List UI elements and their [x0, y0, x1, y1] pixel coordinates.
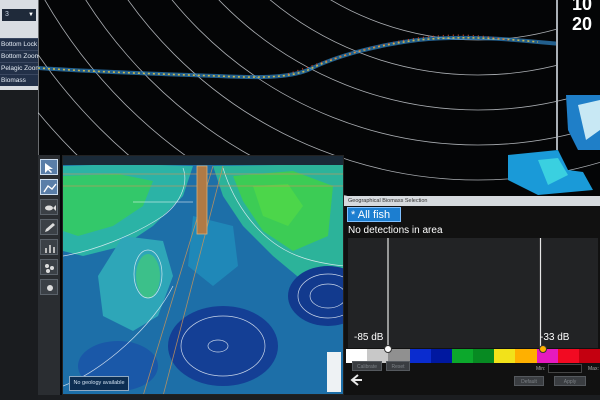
- min-label: Min:: [536, 366, 546, 372]
- reset-button[interactable]: Reset: [386, 361, 410, 371]
- depth-readout-top: 10: [571, 0, 592, 14]
- chevron-down-icon: ▼: [28, 12, 34, 18]
- map-corner-panel: [327, 352, 341, 392]
- menu-item-bottom-zoom[interactable]: Bottom Zoom: [0, 50, 38, 62]
- biomass-map[interactable]: No geology available: [62, 155, 344, 395]
- marker-tool-button[interactable]: [40, 279, 58, 295]
- view-mode-menu: 3 ▼ Bottom Lock Bottom Zoom Pelagic Zoom…: [0, 0, 39, 90]
- track-tool-button[interactable]: [40, 179, 58, 195]
- menu-item-pelagic-zoom[interactable]: Pelagic Zoom: [0, 62, 38, 74]
- color-scale-swatch: [473, 349, 495, 363]
- depth-readout: 10 20: [572, 0, 592, 34]
- color-scale-swatch: [494, 349, 517, 363]
- chart-tool-button[interactable]: [40, 239, 58, 255]
- color-scale-swatch: [451, 349, 474, 363]
- color-scale-swatch: [557, 349, 580, 363]
- no-detections-label: No detections in area: [348, 225, 443, 236]
- biomass-heatmap: [63, 156, 343, 394]
- cursor-icon: [45, 163, 53, 173]
- bar-chart-icon: [45, 245, 55, 253]
- min-db-label: -85 dB: [354, 332, 384, 343]
- pen-icon: [45, 223, 55, 232]
- species-selector-button[interactable]: * All fish: [347, 207, 401, 222]
- fish-icon: [45, 205, 56, 211]
- edit-tool-button[interactable]: [40, 219, 58, 235]
- menu-item-bottom-lock[interactable]: Bottom Lock: [0, 38, 38, 50]
- map-status-label: No geology available: [69, 376, 129, 391]
- depth-readout-bottom: 20: [571, 14, 592, 34]
- marker-icon: [47, 285, 53, 291]
- panel-title: Geographical Biomass Selection: [344, 196, 600, 206]
- calibrate-button[interactable]: Calibrate: [352, 361, 382, 371]
- color-scale-swatch: [409, 349, 432, 363]
- school-tool-button[interactable]: [40, 259, 58, 275]
- biomass-selection-panel: Geographical Biomass Selection * All fis…: [344, 196, 600, 400]
- color-scale-swatch: [578, 349, 600, 363]
- school-icon: [45, 264, 54, 273]
- min-input[interactable]: [548, 364, 582, 373]
- max-label: Max:: [588, 366, 599, 372]
- biomass-app: 3 ▼ Bottom Lock Bottom Zoom Pelagic Zoom…: [0, 0, 600, 400]
- pointer-tool-button[interactable]: [40, 159, 58, 175]
- color-scale-bar: [346, 345, 600, 363]
- max-db-label: -33 dB: [540, 332, 570, 343]
- color-scale-swatch: [430, 349, 453, 363]
- max-threshold-handle[interactable]: [538, 345, 547, 353]
- menu-item-biomass[interactable]: Biomass: [0, 74, 38, 86]
- range-dropdown-value: 3: [5, 11, 9, 18]
- fish-tool-button[interactable]: [40, 199, 58, 215]
- color-scale-swatch: [515, 349, 538, 363]
- apply-button[interactable]: Apply: [554, 376, 586, 386]
- back-arrow-icon[interactable]: [348, 372, 364, 388]
- track-icon: [43, 183, 57, 193]
- range-dropdown[interactable]: 3 ▼: [2, 9, 36, 21]
- status-bar: [38, 395, 600, 400]
- min-threshold-handle[interactable]: [383, 345, 392, 353]
- default-button[interactable]: Default: [514, 376, 544, 386]
- tool-palette: [38, 155, 60, 400]
